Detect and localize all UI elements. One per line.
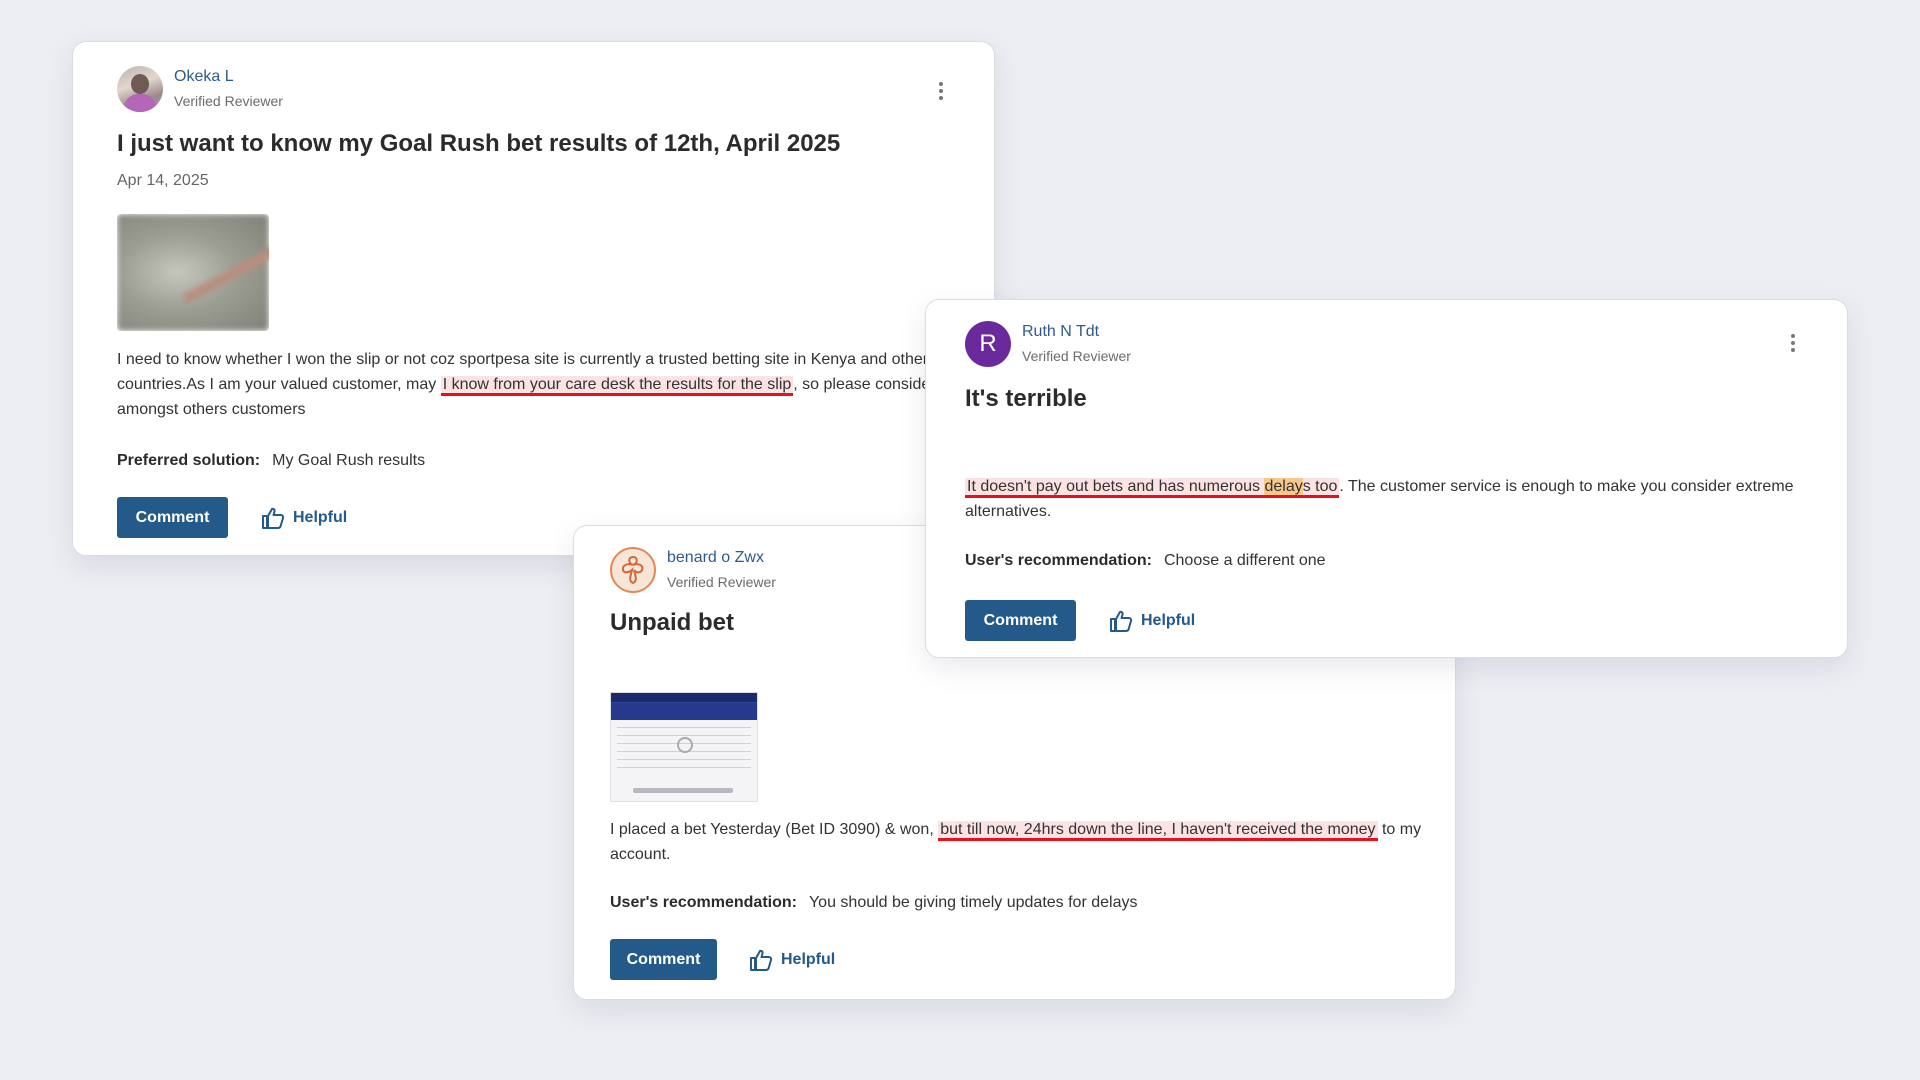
- review-image[interactable]: [117, 214, 269, 331]
- highlighted-word: delay: [1264, 478, 1303, 495]
- rec-value: You should be giving timely updates for …: [808, 894, 1138, 911]
- thumbs-up-icon: [262, 507, 285, 529]
- highlighted-phrase: It doesn't pay out bets and has numerous…: [965, 478, 1340, 498]
- rec-label: User's recommendation:: [965, 552, 1152, 569]
- review-body: It doesn't pay out bets and has numerous…: [965, 478, 1794, 520]
- comment-button[interactable]: Comment: [965, 600, 1076, 641]
- reviewer-header: Okeka L Verified Reviewer: [117, 66, 283, 112]
- kebab-menu-icon[interactable]: [938, 82, 944, 100]
- helpful-button[interactable]: Helpful: [261, 507, 347, 529]
- review-title: Unpaid bet: [610, 609, 734, 636]
- review-body: I placed a bet Yesterday (Bet ID 3090) &…: [610, 821, 1422, 863]
- rec-label: Preferred solution:: [117, 452, 261, 469]
- rec-label: User's recommendation:: [610, 894, 797, 911]
- reviewer-header: benard o Zwx Verified Reviewer: [610, 547, 776, 593]
- rec-value: Choose a different one: [1163, 552, 1326, 569]
- review-actions: Comment Helpful: [117, 497, 347, 538]
- user-recommendation: User's recommendation: Choose a different…: [965, 552, 1326, 570]
- user-recommendation: User's recommendation: You should be givi…: [610, 894, 1137, 912]
- verified-badge: Verified Reviewer: [667, 574, 776, 590]
- review-actions: Comment Helpful: [965, 600, 1195, 641]
- comment-button[interactable]: Comment: [117, 497, 228, 538]
- review-actions: Comment Helpful: [610, 939, 835, 980]
- avatar[interactable]: R: [965, 321, 1011, 367]
- avatar[interactable]: [610, 547, 656, 593]
- preferred-solution: Preferred solution: My Goal Rush results: [117, 452, 425, 470]
- avatar[interactable]: [117, 66, 163, 112]
- verified-badge: Verified Reviewer: [1022, 348, 1131, 364]
- logo-avatar-icon: [621, 555, 644, 585]
- review-title: I just want to know my Goal Rush bet res…: [117, 130, 841, 157]
- review-image[interactable]: [610, 692, 758, 802]
- review-title: It's terrible: [965, 385, 1087, 412]
- helpful-button[interactable]: Helpful: [1109, 610, 1195, 632]
- review-card-okeka: Okeka L Verified Reviewer I just want to…: [72, 41, 995, 556]
- reviewer-name[interactable]: Okeka L: [174, 66, 283, 87]
- highlighted-phrase: but till now, 24hrs down the line, I hav…: [938, 821, 1378, 841]
- comment-button[interactable]: Comment: [610, 939, 717, 980]
- helpful-button[interactable]: Helpful: [749, 949, 835, 971]
- rec-value: My Goal Rush results: [272, 452, 426, 469]
- thumbs-up-icon: [750, 949, 773, 971]
- review-date: Apr 14, 2025: [117, 172, 209, 189]
- reviewer-name[interactable]: Ruth N Tdt: [1022, 321, 1131, 342]
- review-body: I need to know whether I won the slip or…: [117, 351, 963, 418]
- review-card-ruth: R Ruth N Tdt Verified Reviewer It's terr…: [925, 299, 1848, 658]
- highlighted-phrase: I know from your care desk the results f…: [440, 376, 794, 396]
- reviewer-name[interactable]: benard o Zwx: [667, 547, 776, 568]
- kebab-menu-icon[interactable]: [1790, 334, 1796, 352]
- thumbs-up-icon: [1110, 610, 1133, 632]
- verified-badge: Verified Reviewer: [174, 93, 283, 109]
- reviewer-header: R Ruth N Tdt Verified Reviewer: [965, 321, 1131, 367]
